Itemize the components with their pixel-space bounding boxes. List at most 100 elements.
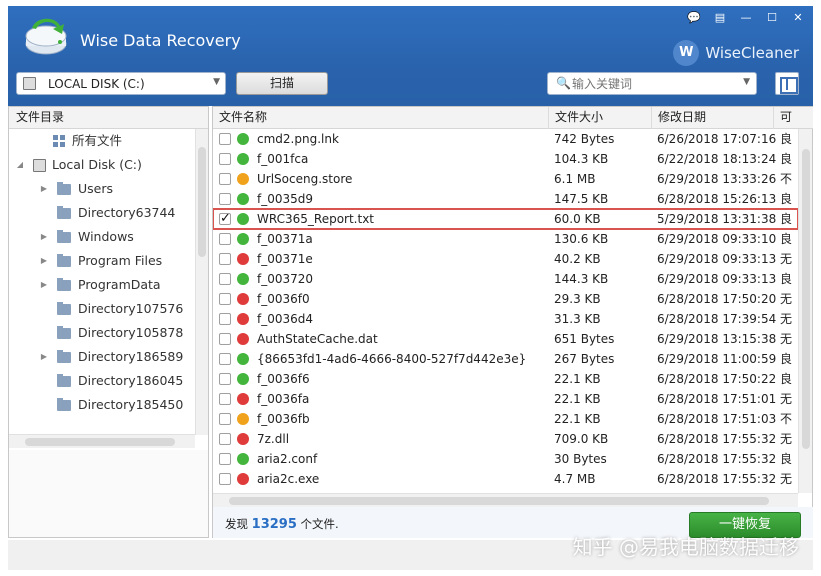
expand-arrow-icon[interactable]: ▶ bbox=[39, 345, 49, 369]
row-checkbox[interactable] bbox=[219, 353, 231, 365]
sidebar-item-directory105878[interactable]: Directory105878 bbox=[9, 321, 208, 345]
maximize-button[interactable]: ☐ bbox=[761, 8, 783, 26]
scan-button[interactable]: 扫描 bbox=[236, 72, 328, 95]
disk-select[interactable]: LOCAL DISK (C:) ▼ bbox=[16, 72, 226, 95]
table-row[interactable]: cmd2.png.lnk 742 Bytes 6/26/2018 17:07:16 良 bbox=[213, 129, 798, 149]
sidebar-item-label: 所有文件 bbox=[72, 133, 123, 148]
sidebar-item-local-disk-c-[interactable]: ◢ Local Disk (C:) bbox=[9, 153, 208, 177]
row-checkbox[interactable] bbox=[219, 413, 231, 425]
panel-toggle-button[interactable] bbox=[775, 72, 799, 95]
modified-date: 6/28/2018 17:55:32 bbox=[657, 472, 777, 486]
sidebar-item-label: ProgramData bbox=[78, 277, 161, 292]
column-header-recoverability[interactable]: 可 bbox=[774, 107, 813, 129]
folder-icon bbox=[57, 181, 71, 195]
sidebar-item-directory63744[interactable]: Directory63744 bbox=[9, 201, 208, 225]
modified-date: 6/29/2018 11:00:59 bbox=[657, 352, 777, 366]
table-row[interactable]: 7z.dll 709.0 KB 6/28/2018 17:55:32 无 bbox=[213, 429, 798, 449]
scroll-thumb[interactable] bbox=[198, 147, 206, 257]
table-row[interactable]: f_0036d4 31.3 KB 6/28/2018 17:39:54 无 bbox=[213, 309, 798, 329]
file-size: 104.3 KB bbox=[554, 152, 609, 166]
table-row[interactable]: f_001fca 104.3 KB 6/22/2018 18:13:24 良 bbox=[213, 149, 798, 169]
scroll-thumb[interactable] bbox=[802, 149, 810, 449]
directory-tree: 所有文件 ◢ Local Disk (C:) ▶ Users Directory63744… bbox=[9, 129, 208, 435]
row-checkbox[interactable] bbox=[219, 253, 231, 265]
vertical-scrollbar[interactable] bbox=[798, 129, 812, 493]
scroll-thumb[interactable] bbox=[229, 497, 769, 505]
file-size: 22.1 KB bbox=[554, 412, 601, 426]
search-box[interactable]: 🔍 ▼ bbox=[547, 72, 757, 95]
sidebar-item-users[interactable]: ▶ Users bbox=[9, 177, 208, 201]
folder-icon bbox=[57, 301, 71, 315]
column-header-size[interactable]: 文件大小 bbox=[549, 107, 652, 129]
table-row[interactable]: f_00371a 130.6 KB 6/29/2018 09:33:10 良 bbox=[213, 229, 798, 249]
modified-date: 6/22/2018 18:13:24 bbox=[657, 152, 777, 166]
row-checkbox[interactable] bbox=[219, 453, 231, 465]
table-row[interactable]: WRC365_Report.txt 60.0 KB 5/29/2018 13:31:… bbox=[213, 208, 798, 230]
column-header-date[interactable]: 修改日期 bbox=[652, 107, 774, 129]
table-row[interactable]: AuthStateCache.dat 651 Bytes 6/29/2018 13:… bbox=[213, 329, 798, 349]
row-checkbox[interactable] bbox=[219, 473, 231, 485]
row-checkbox[interactable] bbox=[219, 293, 231, 305]
table-row[interactable]: f_003720 144.3 KB 6/29/2018 09:33:13 良 bbox=[213, 269, 798, 289]
table-row[interactable]: f_0036fb 22.1 KB 6/28/2018 17:51:03 不 bbox=[213, 409, 798, 429]
sidebar: 文件目录 所有文件 ◢ Local Disk (C:) ▶ Users Directory… bbox=[8, 106, 209, 538]
row-checkbox[interactable] bbox=[219, 393, 231, 405]
file-name: AuthStateCache.dat bbox=[257, 332, 378, 346]
table-row[interactable]: aria2.conf 30 Bytes 6/28/2018 17:55:32 良 bbox=[213, 449, 798, 469]
table-row[interactable]: {86653fd1-4ad6-4666-8400-527f7d442e3e} 26… bbox=[213, 349, 798, 369]
row-checkbox[interactable] bbox=[219, 313, 231, 325]
table-row[interactable]: aria2c.exe 4.7 MB 6/28/2018 17:55:32 无 bbox=[213, 469, 798, 489]
sidebar-item-windows[interactable]: ▶ Windows bbox=[9, 225, 208, 249]
chevron-down-icon[interactable]: ▼ bbox=[743, 77, 750, 87]
row-checkbox[interactable] bbox=[219, 153, 231, 165]
row-checkbox[interactable] bbox=[219, 209, 231, 229]
app-window: Wise Data Recovery 💬 ▤ — ☐ ✕ W WiseClean… bbox=[0, 0, 821, 576]
chevron-down-icon: ▼ bbox=[213, 77, 220, 87]
file-name: f_0036d4 bbox=[257, 312, 314, 326]
file-size: 130.6 KB bbox=[554, 232, 609, 246]
expand-arrow-icon[interactable]: ◢ bbox=[15, 153, 25, 177]
modified-date: 5/29/2018 13:31:38 bbox=[657, 212, 777, 226]
search-input[interactable] bbox=[572, 75, 732, 92]
table-row[interactable]: f_00371e 40.2 KB 6/29/2018 09:33:13 无 bbox=[213, 249, 798, 269]
table-row[interactable]: f_0036f0 29.3 KB 6/28/2018 17:50:20 无 bbox=[213, 289, 798, 309]
folder-icon bbox=[57, 277, 71, 291]
modified-date: 6/28/2018 17:50:20 bbox=[657, 292, 777, 306]
recoverability: 良 bbox=[780, 212, 793, 226]
sidebar-item-directory185450[interactable]: Directory185450 bbox=[9, 393, 208, 417]
sidebar-item-programdata[interactable]: ▶ ProgramData bbox=[9, 273, 208, 297]
expand-arrow-icon[interactable]: ▶ bbox=[39, 249, 49, 273]
modified-date: 6/28/2018 17:51:03 bbox=[657, 412, 777, 426]
sidebar-item-program-files[interactable]: ▶ Program Files bbox=[9, 249, 208, 273]
sidebar-item--[interactable]: 所有文件 bbox=[9, 129, 208, 153]
sidebar-horizontal-scrollbar[interactable] bbox=[9, 434, 195, 448]
feedback-icon[interactable]: 💬 bbox=[683, 8, 705, 26]
expand-arrow-icon[interactable]: ▶ bbox=[39, 177, 49, 201]
row-checkbox[interactable] bbox=[219, 193, 231, 205]
row-checkbox[interactable] bbox=[219, 373, 231, 385]
row-checkbox[interactable] bbox=[219, 433, 231, 445]
sidebar-item-directory107576[interactable]: Directory107576 bbox=[9, 297, 208, 321]
row-checkbox[interactable] bbox=[219, 233, 231, 245]
brand-link[interactable]: W WiseCleaner bbox=[673, 40, 799, 66]
close-button[interactable]: ✕ bbox=[787, 8, 809, 26]
sidebar-item-directory186589[interactable]: ▶ Directory186589 bbox=[9, 345, 208, 369]
row-checkbox[interactable] bbox=[219, 333, 231, 345]
recoverability: 无 bbox=[780, 392, 793, 406]
sidebar-item-directory186045[interactable]: Directory186045 bbox=[9, 369, 208, 393]
menu-icon[interactable]: ▤ bbox=[709, 8, 731, 26]
row-checkbox[interactable] bbox=[219, 173, 231, 185]
column-header-name[interactable]: 文件名称 bbox=[213, 107, 549, 129]
table-row[interactable]: f_0036f6 22.1 KB 6/28/2018 17:50:22 良 bbox=[213, 369, 798, 389]
table-row[interactable]: f_0036fa 22.1 KB 6/28/2018 17:51:01 无 bbox=[213, 389, 798, 409]
expand-arrow-icon[interactable]: ▶ bbox=[39, 225, 49, 249]
minimize-button[interactable]: — bbox=[735, 8, 757, 26]
table-row[interactable]: f_0035d9 147.5 KB 6/28/2018 15:26:13 良 bbox=[213, 189, 798, 209]
table-row[interactable]: UrlSoceng.store 6.1 MB 6/29/2018 13:33:26 不 bbox=[213, 169, 798, 189]
horizontal-scrollbar[interactable] bbox=[213, 493, 798, 507]
scroll-thumb[interactable] bbox=[25, 438, 175, 446]
expand-arrow-icon[interactable]: ▶ bbox=[39, 273, 49, 297]
sidebar-vertical-scrollbar[interactable] bbox=[195, 129, 208, 435]
row-checkbox[interactable] bbox=[219, 273, 231, 285]
row-checkbox[interactable] bbox=[219, 133, 231, 145]
